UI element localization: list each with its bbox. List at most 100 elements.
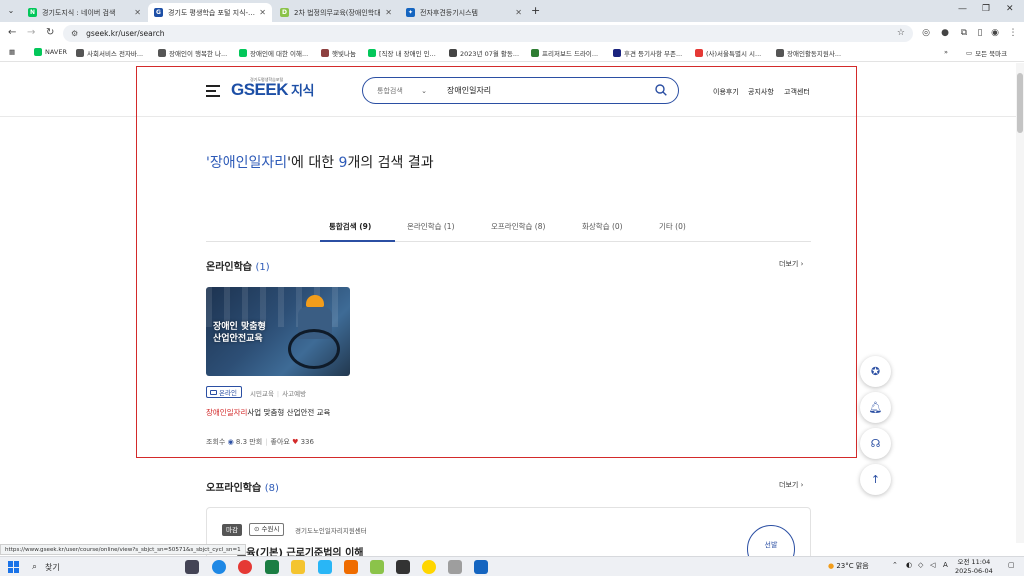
notification-button[interactable]: 🔔︎: [860, 392, 891, 423]
search-category-select[interactable]: 통합검색 ⌄: [363, 86, 431, 96]
bookmark-item[interactable]: (사)서울특별시 시...: [695, 48, 761, 58]
browser-tab-gseek[interactable]: G 경기도 평생학습 포털 지식-G: ✕: [148, 3, 272, 22]
taskbar-search[interactable]: ⌕ 찾기: [32, 560, 172, 574]
browser-toolbar: ← → ↻ ⚙ gseek.kr/user/search ☆ ◎ ● ⧉ ▯ ◉…: [0, 22, 1024, 44]
browser-menu-icon[interactable]: ⋮: [1008, 28, 1018, 38]
tray-chevron-icon[interactable]: ⌃: [892, 561, 898, 569]
forward-arrow-icon[interactable]: →: [27, 27, 35, 38]
bookmark-item[interactable]: 후견 등기사항 부존...: [613, 48, 682, 58]
app-icon[interactable]: [344, 560, 358, 574]
tab-all[interactable]: 통합검색 (9): [329, 221, 371, 232]
sidebar-panel-icon[interactable]: ▯: [975, 28, 985, 38]
bookmark-label: 2023년 07월 활동...: [460, 50, 520, 58]
tab-close-icon[interactable]: ✕: [259, 8, 266, 17]
tab-close-icon[interactable]: ✕: [134, 8, 141, 17]
chrome-browser-icon[interactable]: [238, 560, 252, 574]
windows-start-icon[interactable]: [8, 561, 20, 573]
section-count: (1): [255, 262, 270, 273]
speaker-icon[interactable]: ◁: [930, 561, 935, 569]
bookmark-item[interactable]: 장애인활동지원사...: [776, 48, 841, 58]
app-icon[interactable]: [396, 560, 410, 574]
address-url: gseek.kr/user/search: [86, 29, 165, 38]
close-window-icon[interactable]: ✕: [1006, 4, 1014, 14]
offline-more-link[interactable]: 더보기 ›: [779, 480, 803, 490]
bookmark-item[interactable]: 프리저보드 드라이...: [531, 48, 598, 58]
chevron-right-icon: ›: [800, 260, 804, 268]
edge-browser-icon[interactable]: [212, 560, 226, 574]
file-explorer-icon[interactable]: [291, 560, 305, 574]
bookmark-item[interactable]: [직장 내 장애인 인...: [368, 48, 436, 58]
restore-icon[interactable]: ❐: [982, 4, 990, 14]
reload-icon[interactable]: ↻: [46, 27, 54, 38]
bookmark-item[interactable]: 장애인에 대한 이해...: [239, 48, 308, 58]
support-button[interactable]: ☊: [860, 428, 891, 459]
nav-reviews-link[interactable]: 이용후기: [713, 87, 739, 97]
notification-center-icon[interactable]: ▢: [1008, 561, 1015, 569]
online-more-link[interactable]: 더보기 ›: [779, 259, 803, 269]
browser-tab-education[interactable]: D 2차 법정의무교육(장애인학대 ✕: [274, 3, 398, 22]
excel-icon[interactable]: [265, 560, 279, 574]
bell-icon: 🔔︎: [868, 401, 883, 414]
tab-online[interactable]: 온라인학습 (1): [407, 221, 455, 232]
tab-video[interactable]: 화상학습 (0): [582, 221, 623, 232]
browser-tab-guardianship[interactable]: ✦ 전자후견등기시스템 ✕: [400, 3, 528, 22]
weather-widget[interactable]: ● 23°C 맑음: [828, 561, 869, 571]
course-tags: 시민교육 | 사고예방: [250, 390, 307, 398]
search-input[interactable]: 장애인일자리: [447, 85, 678, 96]
kakaotalk-icon[interactable]: [422, 560, 436, 574]
tab-etc[interactable]: 기타 (0): [659, 221, 686, 232]
app-icon[interactable]: [474, 560, 488, 574]
back-arrow-icon[interactable]: ←: [8, 27, 16, 38]
profile-avatar-icon[interactable]: ◉: [990, 28, 1000, 38]
tab-close-icon[interactable]: ✕: [515, 8, 522, 17]
bookmark-item[interactable]: 사회서비스 전자바...: [76, 48, 143, 58]
thumbnail-title-line: 산업안전교육: [213, 334, 263, 344]
app-icon[interactable]: [448, 560, 462, 574]
bookmark-item[interactable]: 2023년 07월 활동...: [449, 48, 519, 58]
more-label: 더보기: [779, 260, 799, 268]
course-title-link[interactable]: 장애인일자리사업 맞춤형 산업안전 교육: [206, 407, 330, 418]
scroll-top-button[interactable]: ↑: [860, 464, 891, 495]
address-bar[interactable]: ⚙ gseek.kr/user/search ☆: [63, 25, 913, 42]
online-badge: 온라인: [206, 386, 242, 398]
bookmark-star-icon[interactable]: ☆: [897, 28, 905, 38]
chevron-right-icon: ›: [800, 481, 804, 489]
nav-support-link[interactable]: 고객센터: [784, 87, 810, 97]
page-scrollbar[interactable]: [1016, 63, 1024, 543]
location-badge: ⊙ 수원시: [249, 523, 285, 536]
naver-favicon-icon: [34, 48, 42, 56]
site-info-icon[interactable]: ⚙: [71, 29, 78, 38]
nav-notice-link[interactable]: 공지사항: [748, 87, 774, 97]
course-thumbnail[interactable]: 장애인 맞춤형 산업안전교육: [206, 287, 350, 376]
organizer-name: 경기도노인일자리지원센터: [295, 527, 367, 535]
scrollbar-thumb[interactable]: [1017, 73, 1023, 133]
minimize-icon[interactable]: —: [958, 4, 967, 14]
certificate-badge-button[interactable]: ✪: [860, 356, 891, 387]
new-tab-button[interactable]: +: [531, 4, 540, 17]
bookmark-item[interactable]: NAVER: [34, 48, 67, 56]
browser-tab-title: 2차 법정의무교육(장애인학대: [294, 8, 381, 17]
wheelchair-icon: [288, 329, 340, 369]
ime-indicator[interactable]: A: [943, 561, 948, 569]
tab-close-icon[interactable]: ✕: [385, 8, 392, 17]
network-icon[interactable]: ◇: [918, 561, 923, 569]
bookmark-item[interactable]: 햇빛나눔: [321, 48, 356, 58]
browser-tab-naver[interactable]: N 경기도지식 : 네이버 검색 ✕: [22, 3, 147, 22]
search-icon[interactable]: [655, 84, 667, 96]
app-icon[interactable]: [318, 560, 332, 574]
tray-app-icon[interactable]: ◐: [906, 561, 912, 569]
tab-search-chevron-icon[interactable]: ⌄: [5, 5, 17, 17]
task-view-icon[interactable]: [185, 560, 199, 574]
extensions-puzzle-icon[interactable]: ⧉: [959, 28, 969, 38]
bookmarks-overflow-button[interactable]: »: [944, 48, 948, 56]
camera-icon[interactable]: ◎: [921, 28, 931, 38]
extension-color-icon[interactable]: ●: [940, 28, 950, 38]
apps-grid-icon[interactable]: ▦: [9, 48, 15, 56]
bookmark-item[interactable]: 장애인이 행복한 나...: [158, 48, 227, 58]
gseek-logo[interactable]: GSEEK 지식: [231, 80, 314, 100]
hamburger-menu-icon[interactable]: [206, 85, 220, 97]
app-icon[interactable]: [370, 560, 384, 574]
all-bookmarks-button[interactable]: ▭ 모든 북마크: [966, 48, 1007, 58]
system-clock[interactable]: 오전 11:04 2025-06-04: [955, 558, 993, 576]
tab-offline[interactable]: 오프라인학습 (8): [491, 221, 545, 232]
